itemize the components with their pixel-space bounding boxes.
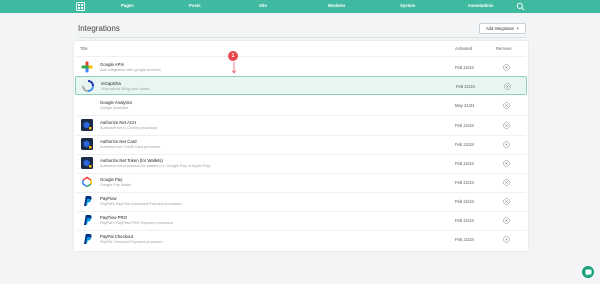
integration-row-google-apis[interactable]: Google APIs Add integration with google … [75, 58, 527, 77]
chat-widget-button[interactable] [582, 266, 594, 278]
authorize-net-icon [81, 138, 93, 150]
column-header-title: Title [80, 46, 88, 51]
integration-description: PayPal's PayFlow PRO Payment processor [100, 221, 174, 225]
integration-row-google-pay[interactable]: Google Pay Google Pay Wallet Feb 21/24 [75, 173, 527, 192]
integration-description: PayPal Checkout Payment processor [100, 240, 163, 244]
nav-pages[interactable]: Pages [121, 3, 134, 8]
chat-icon [585, 269, 591, 276]
paypal-icon [84, 234, 92, 244]
remove-icon[interactable] [503, 217, 510, 224]
integration-name: Google Pay [100, 177, 123, 182]
integration-name: Authorize.Net Token (for Wallets) [100, 158, 163, 163]
remove-icon[interactable] [503, 179, 510, 186]
authorize-net-icon [81, 119, 93, 131]
integration-name: Google APIs [100, 62, 124, 67]
activated-date: Feb 21/24 [455, 180, 474, 185]
integration-row-authorize-net-ach[interactable]: Authorize.Net ACH Authorize.net E-Checks… [75, 116, 527, 135]
integration-description: Google Pay Wallet [100, 183, 132, 187]
activated-date: Feb 21/24 [455, 199, 474, 204]
integration-name: reCaptcha [101, 81, 121, 86]
nav-system[interactable]: System [400, 3, 415, 8]
activated-date: Feb 21/24 [455, 142, 474, 147]
integrations-table: Title Activated Remove Google APIs Add i… [74, 41, 528, 251]
integration-description: Add integration with google services [100, 68, 161, 72]
remove-icon[interactable] [503, 122, 510, 129]
top-nav-bar: Pages Posts Site Modules System monetadm… [0, 0, 600, 13]
activated-date: May 21/24 [455, 103, 475, 108]
remove-icon[interactable] [503, 160, 510, 167]
integration-row-paypal-checkout[interactable]: PayPal Checkout PayPal Checkout Payment … [75, 230, 527, 249]
integration-row-authorize-net-card[interactable]: Authorize.Net Card Authorize.net Credit … [75, 135, 527, 154]
nav-user-menu[interactable]: monetadmin [468, 3, 494, 8]
google-apis-icon [81, 61, 93, 73]
column-header-activated: Activated [455, 46, 473, 51]
page-title: Integrations [78, 24, 120, 33]
recaptcha-icon [82, 80, 94, 92]
remove-icon[interactable] [503, 64, 510, 71]
activated-date: Feb 21/24 [456, 84, 475, 89]
integration-row-payflow[interactable]: PayFlow PayPal's PayFlow Advanced Paymen… [75, 192, 527, 211]
row-divider [76, 56, 526, 57]
nav-modules[interactable]: Modules [328, 3, 345, 8]
nav-site[interactable]: Site [259, 3, 267, 8]
paypal-icon [84, 196, 92, 206]
remove-icon[interactable] [503, 141, 510, 148]
integration-row-authorize-net-token[interactable]: Authorize.Net Token (for Wallets) Author… [75, 154, 527, 173]
integration-name: Google Analytics [100, 100, 133, 105]
google-pay-icon [82, 176, 92, 188]
integration-description: Authorize.net processor for wallets (i.e… [100, 164, 211, 168]
remove-icon[interactable] [504, 83, 511, 90]
remove-icon[interactable] [503, 102, 510, 109]
activated-date: Feb 21/24 [455, 237, 474, 242]
integration-description: Authorize.net E-Checks processor [100, 126, 158, 130]
activated-date: Feb 21/24 [455, 161, 474, 166]
search-icon[interactable] [516, 2, 525, 11]
activated-date: Feb 21/24 [455, 65, 474, 70]
integration-description: PayPal's PayFlow Advanced Payment proces… [100, 202, 182, 206]
integration-description: Stop robots filling your forms [101, 87, 150, 91]
integration-description: Authorize.net Credit Card processor [100, 145, 161, 149]
column-header-remove: Remove [496, 46, 512, 51]
remove-icon[interactable] [503, 236, 510, 243]
logo-icon[interactable] [76, 2, 85, 11]
integration-row-recaptcha[interactable]: reCaptcha Stop robots filling your forms… [75, 76, 527, 95]
integration-name: PayFlow PRO [100, 215, 127, 220]
add-integration-button[interactable]: Add Integration + [479, 23, 526, 34]
integration-name: PayFlow [100, 196, 117, 201]
activated-date: Feb 21/24 [455, 123, 474, 128]
integration-row-google-analytics[interactable]: Google Analytics Google Analytics May 21… [75, 96, 527, 115]
activated-date: Feb 21/24 [455, 218, 474, 223]
integration-row-payflow-pro[interactable]: PayFlow PRO PayPal's PayFlow PRO Payment… [75, 211, 527, 230]
add-integration-label: Add Integration [485, 26, 515, 31]
integration-name: PayPal Checkout [100, 234, 133, 239]
paypal-icon [84, 215, 92, 225]
annotation-badge: 1 [228, 51, 238, 61]
integration-name: Authorize.Net ACH [100, 120, 137, 125]
integration-description: Google Analytics [100, 106, 129, 110]
header-divider [78, 37, 526, 38]
authorize-net-icon [81, 157, 93, 169]
plus-icon: + [516, 25, 520, 32]
annotation-arrow-icon [232, 62, 236, 74]
integration-name: Authorize.Net Card [100, 139, 137, 144]
nav-posts[interactable]: Posts [189, 3, 201, 8]
remove-icon[interactable] [503, 198, 510, 205]
